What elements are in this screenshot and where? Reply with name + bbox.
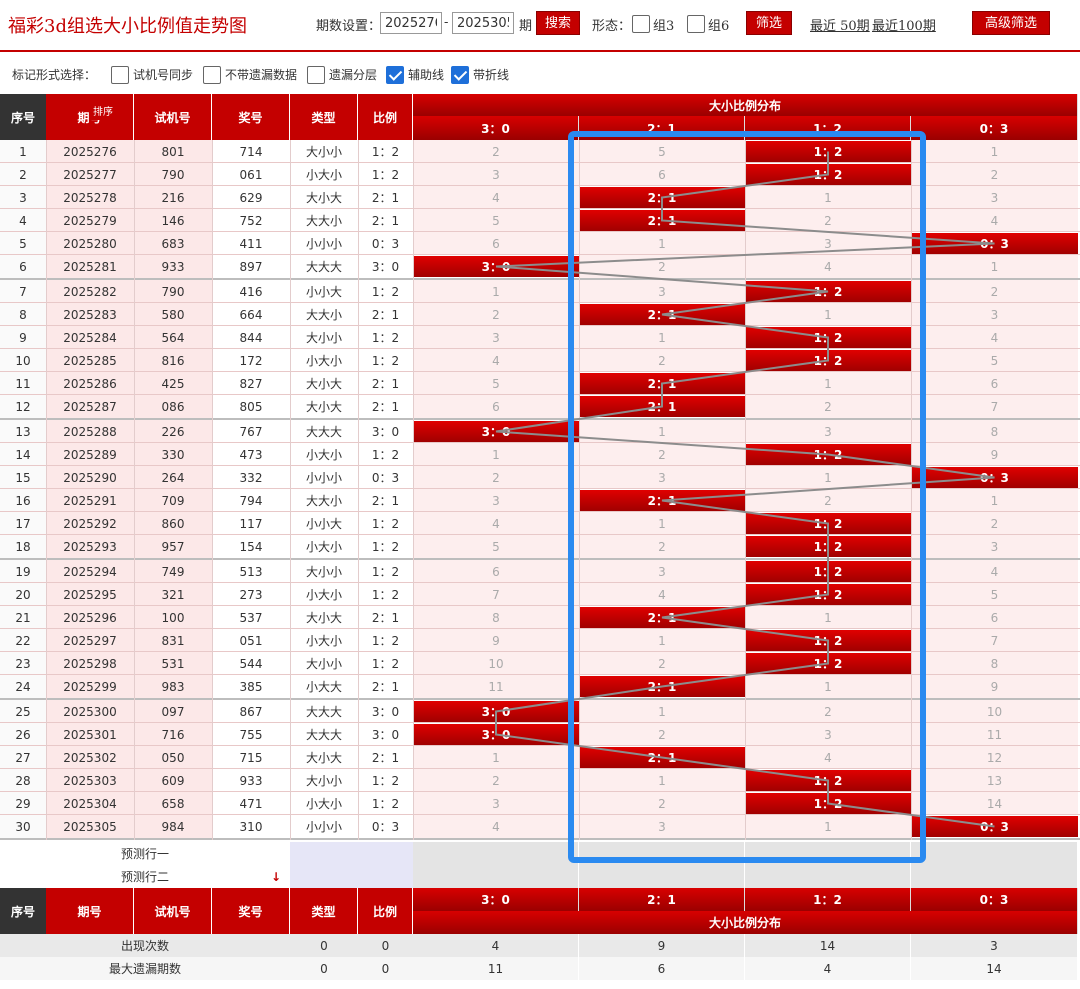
highlight-box xyxy=(568,131,926,863)
